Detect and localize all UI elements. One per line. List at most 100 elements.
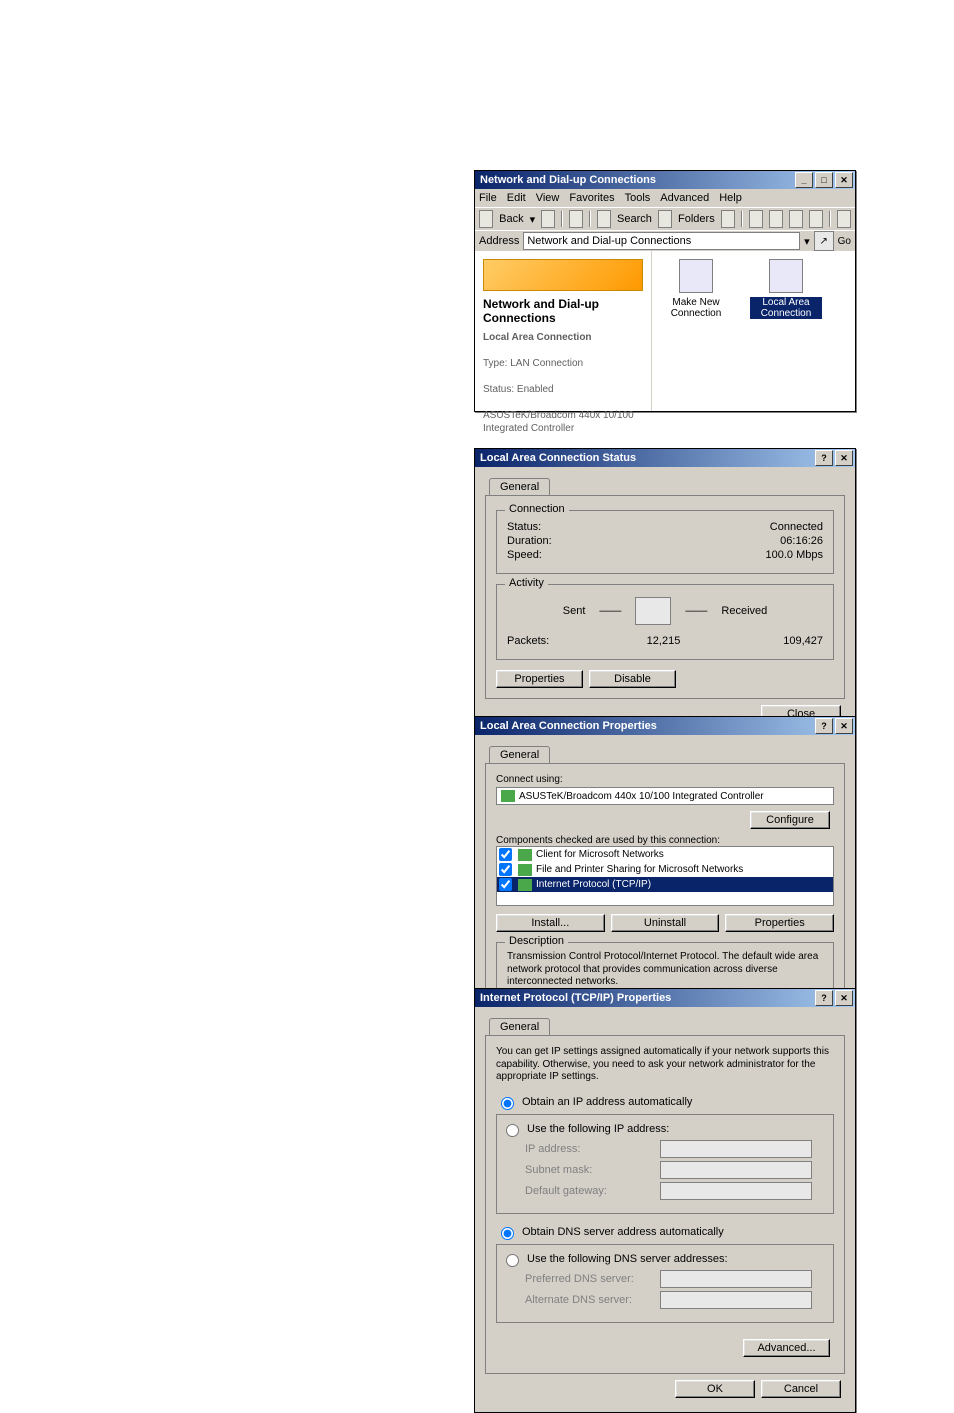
checkbox[interactable] <box>499 863 512 876</box>
undo-icon[interactable] <box>809 210 823 228</box>
group-legend: Connection <box>505 503 569 515</box>
up-icon[interactable] <box>569 210 583 228</box>
sidebar-device: ASUSTeK/Broadcom 440x 10/100 Integrated … <box>483 410 634 434</box>
share-icon <box>518 864 532 876</box>
protocol-icon <box>518 879 532 891</box>
address-input[interactable] <box>523 232 800 250</box>
adapter-box: ASUSTeK/Broadcom 440x 10/100 Integrated … <box>496 787 834 805</box>
folders-icon[interactable] <box>658 210 672 228</box>
duration-label: Duration: <box>507 535 617 547</box>
icon-make-new-connection[interactable]: Make New Connection <box>660 259 732 319</box>
titlebar[interactable]: Local Area Connection Status ? ✕ <box>475 449 855 467</box>
views-icon[interactable] <box>837 210 851 228</box>
back-icon[interactable] <box>479 210 493 228</box>
titlebar[interactable]: Local Area Connection Properties ? ✕ <box>475 717 855 735</box>
list-item: Internet Protocol (TCP/IP) <box>497 877 833 892</box>
packets-label: Packets: <box>507 635 617 647</box>
icon-label: Local Area Connection <box>750 297 822 319</box>
sidebar-title: Network and Dial-up Connections <box>483 297 643 325</box>
sidebar-status-label: Status: <box>483 384 514 395</box>
menu-edit[interactable]: Edit <box>507 192 526 204</box>
help-icon[interactable]: ? <box>815 450 833 466</box>
status-dialog: Local Area Connection Status ? ✕ General… <box>474 448 856 738</box>
go-button[interactable]: ↗ <box>814 231 834 251</box>
tab-general[interactable]: General <box>489 478 550 495</box>
packets-sent: 12,215 <box>617 635 710 647</box>
cancel-button[interactable]: Cancel <box>761 1380 841 1398</box>
icon-area: Make New Connection Local Area Connectio… <box>652 251 855 411</box>
tab-general[interactable]: General <box>489 746 550 763</box>
radio-obtain-dns[interactable]: Obtain DNS server address automatically <box>496 1224 834 1240</box>
titlebar[interactable]: Network and Dial-up Connections _ □ ✕ <box>475 171 855 189</box>
speed-value: 100.0 Mbps <box>617 549 823 561</box>
close-icon[interactable]: ✕ <box>835 718 853 734</box>
addressbar: Address ▾ ↗ Go <box>475 230 855 251</box>
gateway-input <box>660 1182 812 1200</box>
delete-icon[interactable] <box>789 210 803 228</box>
wizard-icon <box>679 259 713 293</box>
window-title: Local Area Connection Properties <box>477 720 813 732</box>
component-label: Client for Microsoft Networks <box>536 849 664 860</box>
radio-use-dns[interactable]: Use the following DNS server addresses: <box>501 1251 823 1267</box>
search-icon[interactable] <box>597 210 611 228</box>
search-button[interactable]: Search <box>617 213 652 225</box>
maximize-icon[interactable]: □ <box>815 172 833 188</box>
sidebar-status-value: Enabled <box>517 384 554 395</box>
components-list[interactable]: Client for Microsoft Networks File and P… <box>496 846 834 906</box>
component-label: Internet Protocol (TCP/IP) <box>536 879 651 890</box>
menu-help[interactable]: Help <box>719 192 742 204</box>
checkbox[interactable] <box>499 878 512 891</box>
icon-local-area-connection[interactable]: Local Area Connection <box>750 259 822 319</box>
checkbox[interactable] <box>499 848 512 861</box>
close-icon[interactable]: ✕ <box>835 172 853 188</box>
minimize-icon[interactable]: _ <box>795 172 813 188</box>
uninstall-button[interactable]: Uninstall <box>611 914 720 932</box>
properties-button[interactable]: Properties <box>496 670 583 688</box>
forward-icon[interactable] <box>541 210 555 228</box>
menu-advanced[interactable]: Advanced <box>660 192 709 204</box>
menu-file[interactable]: File <box>479 192 497 204</box>
group-connection: Connection Status:Connected Duration:06:… <box>496 510 834 574</box>
radio-obtain-ip[interactable]: Obtain an IP address automatically <box>496 1094 834 1110</box>
ok-button[interactable]: OK <box>675 1380 755 1398</box>
configure-button[interactable]: Configure <box>750 811 830 829</box>
radio[interactable] <box>506 1124 519 1137</box>
copy-icon[interactable] <box>769 210 783 228</box>
radio[interactable] <box>506 1254 519 1267</box>
subnet-input <box>660 1161 812 1179</box>
tab-general[interactable]: General <box>489 1018 550 1035</box>
radio-use-ip[interactable]: Use the following IP address: <box>501 1121 823 1137</box>
disable-button[interactable]: Disable <box>589 670 676 688</box>
adapter-name: ASUSTeK/Broadcom 440x 10/100 Integrated … <box>519 791 764 802</box>
close-icon[interactable]: ✕ <box>835 990 853 1006</box>
sidebar: Network and Dial-up Connections Local Ar… <box>475 251 652 411</box>
help-icon[interactable]: ? <box>815 990 833 1006</box>
alternate-dns-input <box>660 1291 812 1309</box>
help-icon[interactable]: ? <box>815 718 833 734</box>
sidebar-item-name: Local Area Connection <box>483 332 592 343</box>
back-button[interactable]: Back <box>499 213 523 225</box>
menu-tools[interactable]: Tools <box>625 192 651 204</box>
computers-icon <box>635 597 671 625</box>
move-icon[interactable] <box>749 210 763 228</box>
history-icon[interactable] <box>721 210 735 228</box>
menu-favorites[interactable]: Favorites <box>569 192 614 204</box>
radio[interactable] <box>501 1227 514 1240</box>
go-label: Go <box>838 236 851 247</box>
list-item: File and Printer Sharing for Microsoft N… <box>497 862 833 877</box>
gateway-label: Default gateway: <box>525 1185 655 1197</box>
install-button[interactable]: Install... <box>496 914 605 932</box>
explorer-window: Network and Dial-up Connections _ □ ✕ Fi… <box>474 170 856 412</box>
components-label: Components checked are used by this conn… <box>496 835 834 846</box>
close-icon[interactable]: ✕ <box>835 450 853 466</box>
menu-view[interactable]: View <box>536 192 560 204</box>
titlebar[interactable]: Internet Protocol (TCP/IP) Properties ? … <box>475 989 855 1007</box>
subnet-label: Subnet mask: <box>525 1164 655 1176</box>
folders-button[interactable]: Folders <box>678 213 715 225</box>
radio[interactable] <box>501 1097 514 1110</box>
component-properties-button[interactable]: Properties <box>725 914 834 932</box>
tcpip-dialog: Internet Protocol (TCP/IP) Properties ? … <box>474 988 856 1413</box>
component-label: File and Printer Sharing for Microsoft N… <box>536 864 743 875</box>
window-title: Network and Dial-up Connections <box>477 174 793 186</box>
address-label: Address <box>479 235 519 247</box>
